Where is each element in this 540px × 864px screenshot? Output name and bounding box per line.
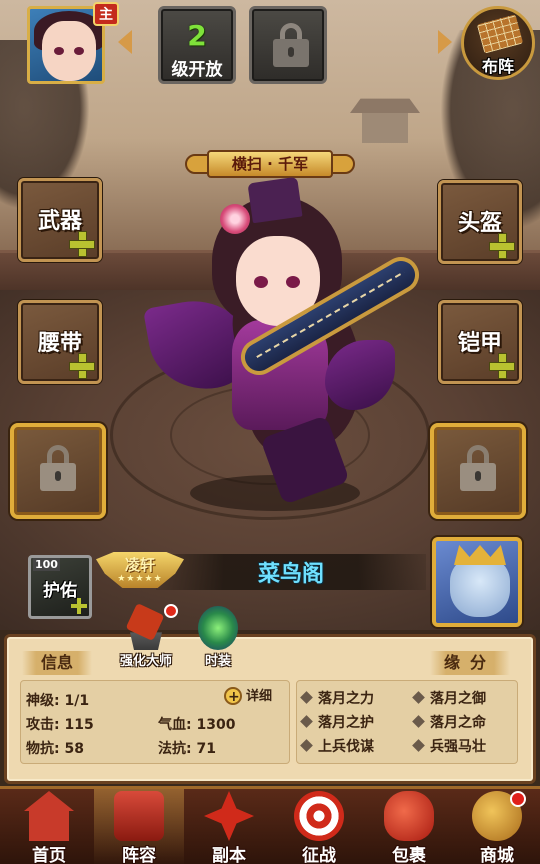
fate-item[interactable]: 落月之命 <box>414 712 486 732</box>
pagoda-decoration <box>350 95 420 155</box>
dungeon-icon <box>204 791 254 841</box>
detail-button[interactable]: 详细 <box>224 686 272 708</box>
magnifier-icon <box>224 686 242 708</box>
fate-item[interactable]: 落月之力 <box>302 688 374 708</box>
locked-hero-slot[interactable] <box>249 6 327 84</box>
forge-master-button[interactable]: 强化大师 <box>108 602 184 674</box>
battle-icon <box>294 791 344 841</box>
lock-icon <box>273 23 309 67</box>
unlock-level: 2 <box>187 19 207 52</box>
skill-banner: 横扫 · 千军 <box>185 146 355 182</box>
nav-bag[interactable]: 包裹 <box>364 789 454 864</box>
hero-name-plate: 凌轩 ★★★★★ 菜鸟阁 <box>96 548 426 594</box>
home-icon <box>24 791 74 841</box>
main-hero-badge: 主 <box>93 2 119 26</box>
fate-item[interactable]: 上兵伐谋 <box>302 736 374 756</box>
stat-attack: 攻击: 115 <box>26 717 94 733</box>
plus-icon <box>489 233 515 259</box>
arrow-left-icon[interactable] <box>118 30 132 54</box>
equip-slot-belt[interactable]: 腰带 <box>18 300 102 384</box>
locked-treasure-slot[interactable] <box>10 423 106 519</box>
fate-item[interactable]: 落月之御 <box>414 688 486 708</box>
bag-icon <box>384 791 434 841</box>
stat-hp: 气血: 1300 <box>158 717 236 733</box>
tab-fate[interactable]: 缘分 <box>430 651 510 675</box>
crown-icon <box>454 545 506 565</box>
lock-icon <box>460 445 496 491</box>
fashion-helmet-icon <box>198 606 238 650</box>
notification-dot <box>164 604 178 618</box>
notification-dot <box>510 791 526 807</box>
arrow-right-icon[interactable] <box>438 30 452 54</box>
hero-character[interactable] <box>142 176 426 530</box>
equip-slot-helmet[interactable]: 头盔 <box>438 180 522 264</box>
skill-name: 横扫 · 千军 <box>207 150 333 178</box>
stat-magic-resist: 法抗: 71 <box>158 741 216 757</box>
nav-shop[interactable]: 商城 <box>452 789 540 864</box>
stat-physical-resist: 物抗: 58 <box>26 741 84 757</box>
fate-item[interactable]: 落月之护 <box>302 712 374 732</box>
stat-divine-level: 神级: 1/1 <box>26 693 90 709</box>
equip-slot-armor[interactable]: 铠甲 <box>438 300 522 384</box>
bottom-nav: 首页 阵容 副本 征战 包裹 商城 <box>0 786 540 864</box>
nav-home[interactable]: 首页 <box>4 789 94 864</box>
tab-info[interactable]: 信息 <box>22 651 92 675</box>
beast-icon <box>450 557 510 617</box>
fashion-button[interactable]: 时装 <box>180 604 256 674</box>
locked-hero-slot[interactable]: 2 级开放 <box>158 6 236 84</box>
unlock-text: 级开放 <box>171 60 223 80</box>
formation-label: 布阵 <box>481 57 514 76</box>
formation-board-icon <box>476 14 524 54</box>
plus-icon <box>489 353 515 379</box>
nav-battle[interactable]: 征战 <box>274 789 364 864</box>
hero-name: 菜鸟阁 <box>257 562 324 587</box>
guard-level: 100 <box>33 558 60 571</box>
nav-dungeon[interactable]: 副本 <box>184 789 274 864</box>
locked-treasure-slot[interactable] <box>430 423 526 519</box>
pet-card[interactable] <box>432 537 522 627</box>
plus-icon <box>71 598 87 614</box>
fate-item[interactable]: 兵强马壮 <box>414 736 486 756</box>
lock-icon <box>40 445 76 491</box>
team-icon <box>114 791 164 841</box>
formation-button[interactable]: 布阵 <box>461 6 535 80</box>
equip-slot-weapon[interactable]: 武器 <box>18 178 102 262</box>
plus-icon <box>69 353 95 379</box>
nav-team[interactable]: 阵容 <box>94 789 184 864</box>
guard-slot[interactable]: 100 护佑 <box>28 555 92 619</box>
plus-icon <box>69 231 95 257</box>
